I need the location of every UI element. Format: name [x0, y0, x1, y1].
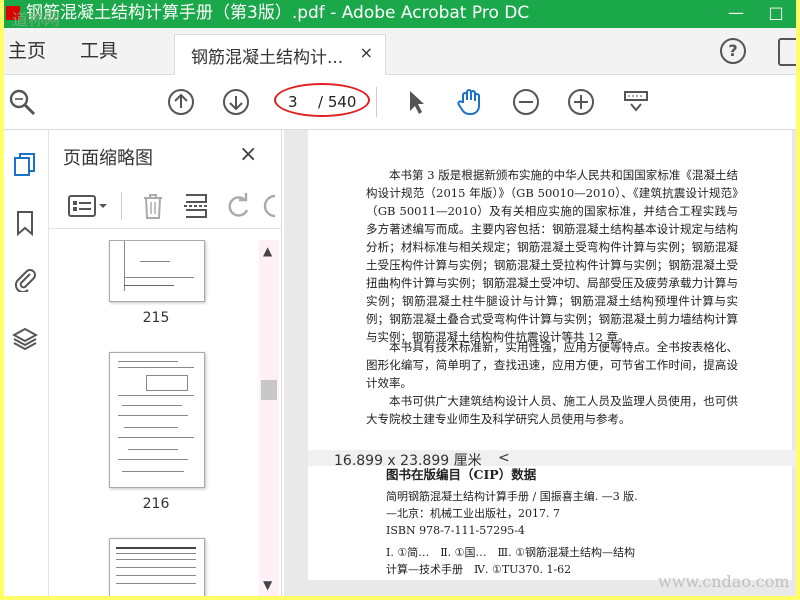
thumbnail-page-216[interactable] — [109, 352, 205, 488]
cip-line: Ⅰ. ①简… Ⅱ. ①国… Ⅲ. ①钢筋混凝土结构—结构 — [386, 546, 635, 559]
next-page-icon[interactable] — [222, 88, 250, 116]
toolbar-divider — [376, 87, 377, 117]
cip-line: 简明钢筋混凝土结构计算手册 / 国振喜主编. —3 版. — [386, 490, 638, 503]
menu-home[interactable]: 主页 — [8, 36, 46, 63]
paragraph: 本书第 3 版是根据新颁布实施的中华人民共和国国家标准《混凝土结构设计规范（20… — [366, 168, 738, 344]
document-tab[interactable]: 钢筋混凝土结构计... × — [174, 34, 386, 75]
thumbnail-page-217[interactable] — [109, 538, 205, 596]
document-page: 本书第 3 版是根据新颁布实施的中华人民共和国国家标准《混凝土结构设计规范（20… — [308, 130, 792, 580]
watermark-bottom-right: www.cndao.com — [658, 572, 790, 591]
more-tools-icon[interactable] — [263, 192, 277, 220]
scroll-up-icon[interactable]: ▲ — [263, 244, 272, 258]
zoom-out-icon[interactable] — [512, 88, 540, 116]
menu-tools[interactable]: 工具 — [80, 36, 118, 63]
toolbar: 3 / 540 — [4, 75, 796, 130]
thumbnail-label: 216 — [142, 496, 170, 512]
thumbnail-page-215[interactable] — [109, 240, 205, 302]
thumbnail-scrollbar[interactable]: ▲ ▼ — [259, 240, 279, 596]
document-tab-label: 钢筋混凝土结构计... — [191, 48, 344, 68]
attachment-icon[interactable] — [12, 266, 38, 292]
insert-pages-icon[interactable] — [183, 192, 209, 220]
cip-line: ISBN 978-7-111-57295-4 — [386, 524, 525, 537]
page-display-icon[interactable] — [622, 88, 650, 116]
hscroll-left-icon[interactable]: < — [498, 450, 510, 466]
select-cursor-icon[interactable] — [402, 88, 430, 116]
maximize-button[interactable]: □ — [756, 0, 796, 28]
previous-page-icon[interactable] — [167, 88, 195, 116]
layers-icon[interactable] — [12, 326, 38, 352]
close-panel-button[interactable]: × — [239, 142, 257, 167]
bookmark-icon[interactable] — [12, 210, 38, 236]
panel-toolbar-divider — [121, 192, 122, 220]
acrobat-window: 钢筋混凝土结构计算手册（第3版）.pdf - Adobe Acrobat Pro… — [4, 0, 796, 596]
annotation-oval — [274, 83, 370, 117]
paragraph: 本书具有技术标准新，实用性强，应用方便等特点。全书按表格化、图形化编写，简单明了… — [366, 340, 738, 390]
scrollbar-thumb[interactable] — [261, 380, 277, 400]
watermark-top-left: 道称网 — [12, 10, 61, 29]
zoom-in-icon[interactable] — [567, 88, 595, 116]
close-tab-button[interactable]: × — [360, 43, 373, 62]
scroll-down-icon[interactable]: ▼ — [263, 578, 272, 592]
window-title: 钢筋混凝土结构计算手册（第3版）.pdf - Adobe Acrobat Pro… — [26, 3, 530, 23]
panel-toolbar — [49, 184, 281, 229]
hand-tool-icon[interactable] — [456, 88, 484, 116]
cip-line: —北京：机械工业出版社，2017. 7 — [386, 507, 560, 520]
options-menu-icon[interactable] — [67, 194, 111, 218]
status-bar: 16.899 x 23.899 厘米 < — [308, 450, 796, 469]
trash-icon[interactable] — [141, 192, 165, 220]
page-dimensions: 16.899 x 23.899 厘米 — [334, 453, 482, 469]
document-view[interactable]: 本书第 3 版是根据新颁布实施的中华人民共和国国家标准《混凝土结构设计规范（20… — [284, 130, 796, 596]
thumbnails-panel: 页面缩略图 × 215 216 ▲ ▼ — [49, 130, 282, 596]
rotate-icon[interactable] — [225, 192, 251, 220]
navigation-rail — [4, 130, 49, 596]
help-icon[interactable]: ? — [720, 38, 746, 64]
thumbnail-list: 215 216 — [49, 240, 259, 596]
account-icon[interactable] — [778, 38, 796, 66]
thumbnail-label: 215 — [142, 310, 170, 326]
zoom-search-icon[interactable] — [8, 88, 36, 116]
paragraph: 本书可供广大建筑结构设计人员、施工人员及监理人员使用，也可供大专院校土建专业师生… — [366, 394, 738, 426]
tab-bar: 主页 工具 钢筋混凝土结构计... × ? — [4, 28, 796, 75]
cip-line: 计算—技术手册 Ⅳ. ①TU370. 1-62 — [386, 563, 572, 576]
title-bar: 钢筋混凝土结构计算手册（第3版）.pdf - Adobe Acrobat Pro… — [4, 0, 796, 28]
minimize-button[interactable]: — — [716, 0, 756, 28]
page-thumbnails-icon[interactable] — [12, 152, 38, 178]
panel-title: 页面缩略图 — [63, 148, 153, 169]
